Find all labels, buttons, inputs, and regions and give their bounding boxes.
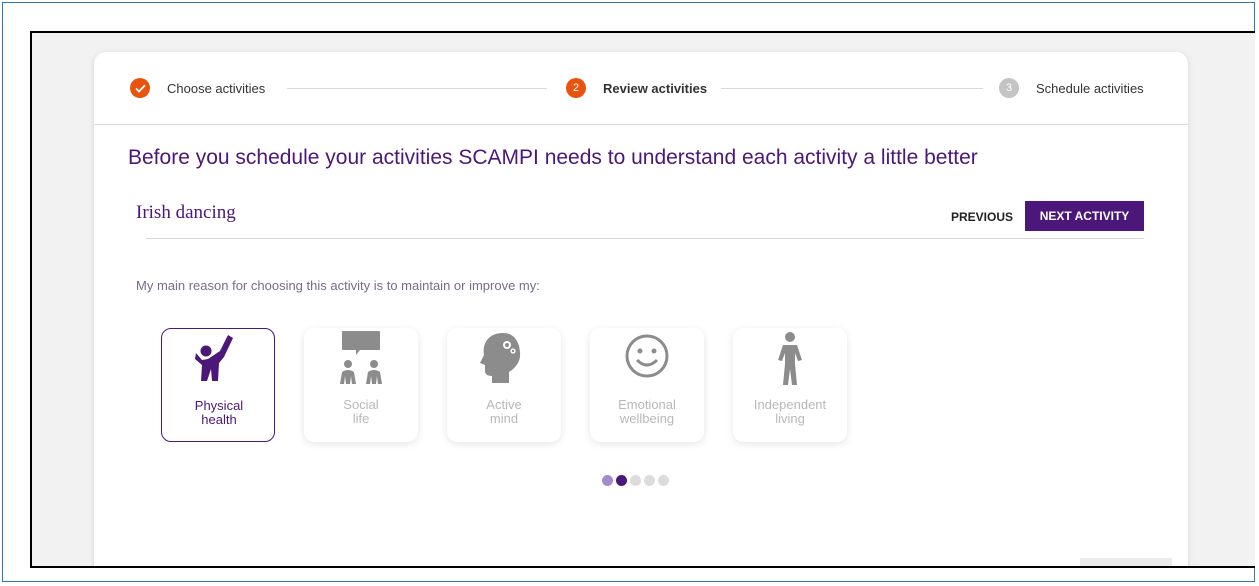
- reason-physical-health[interactable]: Physical health: [161, 328, 275, 442]
- reason-prompt: My main reason for choosing this activit…: [136, 278, 540, 293]
- divider: [146, 238, 1144, 239]
- active-mind-icon: [480, 333, 521, 383]
- step-label: Review activities: [603, 80, 708, 96]
- step-review-activities[interactable]: 2 Review activities: [566, 78, 707, 98]
- app-viewport: Choose activities 2 Review activities 3 …: [30, 31, 1255, 568]
- reason-label: Emotional wellbeing: [618, 397, 676, 426]
- reason-social-life[interactable]: Social life: [304, 328, 418, 442]
- step-label: Schedule activities: [1036, 80, 1144, 96]
- pagination-dot[interactable]: [630, 475, 641, 486]
- pagination-dot[interactable]: [658, 475, 669, 486]
- step-connector: [287, 88, 547, 89]
- reason-label: Physical health: [194, 398, 244, 427]
- social-life-icon: [340, 331, 382, 384]
- step-number-badge: 3: [999, 78, 1019, 98]
- pagination-dot[interactable]: [602, 475, 613, 486]
- reason-active-mind[interactable]: Active mind: [447, 328, 561, 442]
- step-label: Choose activities: [167, 80, 266, 96]
- reason-label: Independent living: [753, 397, 827, 426]
- step-choose-activities[interactable]: Choose activities: [130, 78, 265, 98]
- independent-living-icon: [778, 332, 802, 385]
- continue-button[interactable]: CONTINUE: [1080, 558, 1172, 566]
- activity-title: Irish dancing: [136, 202, 236, 223]
- previous-button[interactable]: PREVIOUS: [939, 202, 1025, 232]
- emotional-wellbeing-icon: [625, 334, 669, 378]
- check-icon: [130, 78, 150, 98]
- reason-independent-living[interactable]: Independent living: [733, 328, 847, 442]
- step-schedule-activities[interactable]: 3 Schedule activities: [999, 78, 1144, 98]
- pagination-dots: [602, 475, 669, 486]
- progress-stepper: Choose activities 2 Review activities 3 …: [94, 52, 1188, 125]
- pagination-dot-current[interactable]: [616, 475, 627, 486]
- reason-emotional-wellbeing[interactable]: Emotional wellbeing: [590, 328, 704, 442]
- review-card: Choose activities 2 Review activities 3 …: [94, 52, 1188, 566]
- step-number-badge: 2: [566, 78, 586, 98]
- pagination-dot[interactable]: [644, 475, 655, 486]
- physical-health-icon: [195, 335, 233, 381]
- next-activity-button[interactable]: NEXT ACTIVITY: [1025, 201, 1144, 231]
- page-headline: Before you schedule your activities SCAM…: [128, 146, 978, 169]
- reason-label: Active mind: [486, 397, 522, 426]
- step-connector: [721, 88, 983, 89]
- reason-label: Social life: [343, 397, 379, 426]
